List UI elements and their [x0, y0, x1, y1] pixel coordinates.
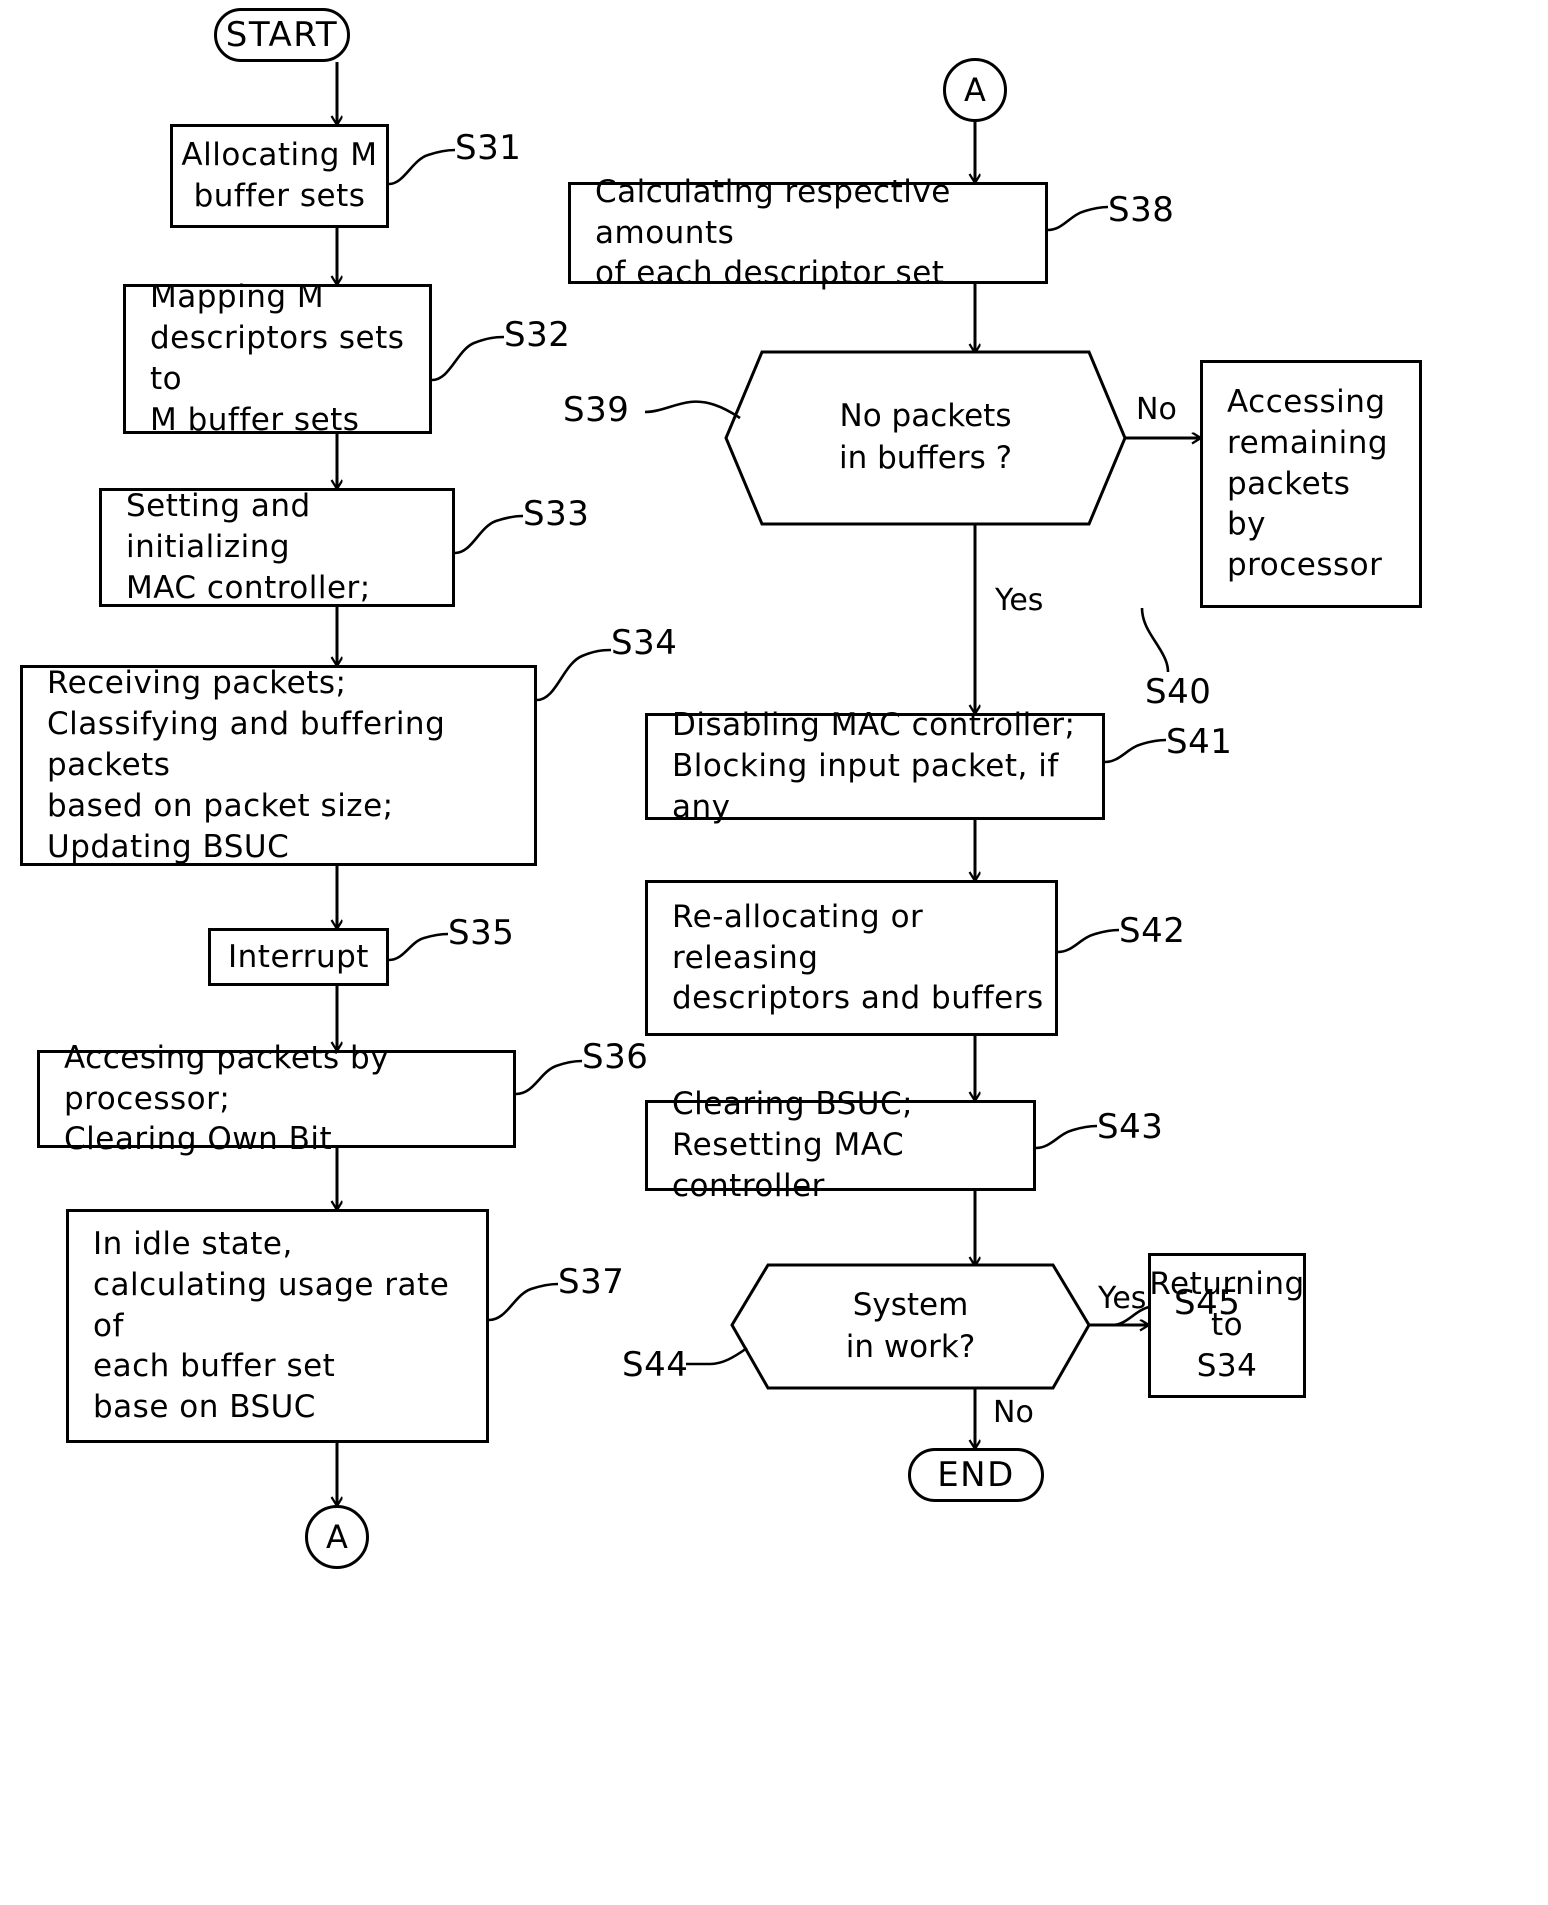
step-s42-text: Re-allocating or releasing descriptors a… [672, 898, 1044, 1017]
step-s40-box: Accessing remaining packets by processor [1200, 360, 1422, 608]
step-s36-text: Accesing packets by processor; Clearing … [64, 1039, 390, 1158]
ref-s40: S40 [1145, 672, 1212, 712]
step-s31-text: Allocating M buffer sets [181, 137, 378, 214]
edge-label-s39-no: No [1136, 392, 1177, 427]
step-s33-text: Setting and initializing MAC controller; [126, 488, 371, 606]
step-s36-box: Accesing packets by processor; Clearing … [37, 1040, 516, 1157]
step-s35-text: Interrupt [228, 938, 369, 975]
ref-s36: S36 [582, 1037, 649, 1077]
edge-label-s44-no: No [993, 1395, 1034, 1430]
end-label: END [937, 1455, 1015, 1495]
step-s43-box: Clearing BSUC; Resetting MAC controller [645, 1086, 1036, 1204]
ref-s43: S43 [1097, 1107, 1164, 1147]
step-s41-box: Disabling MAC controller; Blocking input… [645, 707, 1105, 825]
edge-label-s39-yes: Yes [995, 583, 1044, 618]
decision-s44-label: System in work? [845, 1286, 976, 1365]
step-s31-box: Allocating M buffer sets [170, 124, 389, 228]
step-s43-text: Clearing BSUC; Resetting MAC controller [672, 1086, 914, 1204]
end-terminator: END [908, 1448, 1044, 1502]
step-s34-text: Receiving packets; Classifying and buffe… [47, 665, 446, 865]
decision-s39-label: No packets in buffers ? [838, 398, 1013, 476]
ref-s41: S41 [1166, 722, 1233, 762]
ref-s37: S37 [558, 1262, 625, 1302]
start-label: START [225, 15, 339, 55]
ref-s38: S38 [1108, 190, 1175, 230]
start-terminator: START [214, 8, 350, 62]
connector-a-bottom: A [305, 1505, 369, 1569]
step-s41-text: Disabling MAC controller; Blocking input… [672, 707, 1076, 825]
ref-s42: S42 [1119, 911, 1186, 951]
ref-s44: S44 [622, 1345, 689, 1385]
step-s42-box: Re-allocating or releasing descriptors a… [645, 880, 1058, 1036]
step-s32-box: Mapping M descriptors sets to M buffer s… [123, 279, 432, 438]
ref-s32: S32 [504, 315, 571, 355]
flowchart-canvas: START Allocating M buffer sets S31 Mappi… [0, 0, 1548, 1905]
ref-s45: S45 [1174, 1283, 1241, 1323]
connector-a-top: A [943, 58, 1007, 122]
step-s37-text: In idle state, calculating usage rate of… [93, 1225, 450, 1426]
step-s38-text: Calculating respective amounts of each d… [595, 173, 951, 292]
ref-s34: S34 [611, 623, 678, 663]
step-s37-box: In idle state, calculating usage rate of… [66, 1209, 489, 1443]
step-s38-box: Calculating respective amounts of each d… [568, 174, 1048, 291]
step-s45-box: Returning to S34 [1148, 1253, 1306, 1398]
step-s32-text: Mapping M descriptors sets to M buffer s… [150, 279, 405, 438]
step-s34-box: Receiving packets; Classifying and buffe… [20, 665, 537, 866]
ref-s39: S39 [563, 390, 630, 430]
step-s35-box: Interrupt [208, 928, 389, 986]
step-s40-text: Accessing remaining packets by processor [1227, 383, 1389, 584]
ref-s35: S35 [448, 913, 515, 953]
edge-label-s44-yes: Yes [1098, 1281, 1147, 1316]
ref-s33: S33 [523, 494, 590, 534]
step-s33-box: Setting and initializing MAC controller; [99, 488, 455, 607]
ref-s31: S31 [455, 128, 522, 168]
